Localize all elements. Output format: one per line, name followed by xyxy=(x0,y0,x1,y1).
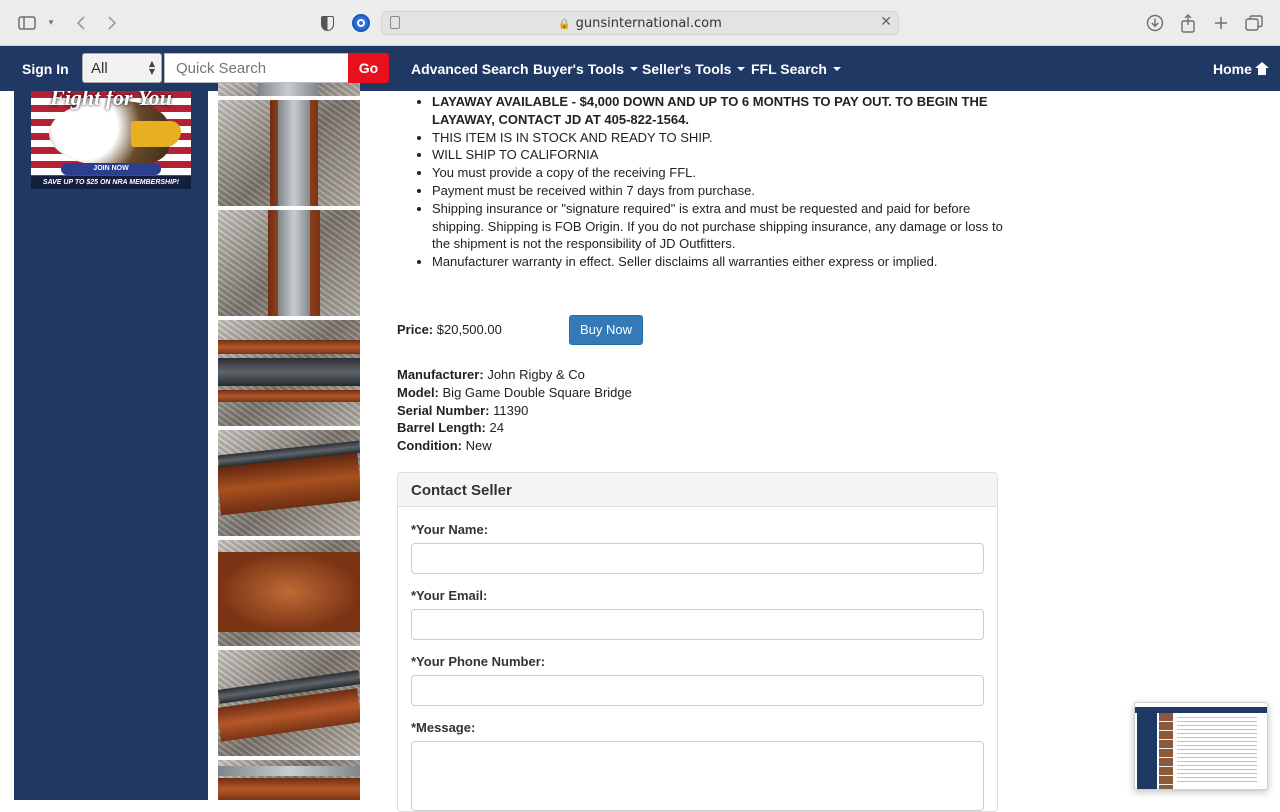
list-item: WILL SHIP TO CALIFORNIA xyxy=(432,146,1004,164)
home-link[interactable]: Home xyxy=(1213,61,1269,77)
new-tab-plus-icon[interactable] xyxy=(1210,12,1232,34)
caret-down-icon xyxy=(737,67,746,71)
site-nav: Sign In All ▲▼ Go Advanced Search Buyer'… xyxy=(0,46,1280,91)
left-sidebar xyxy=(14,91,208,800)
phone-field[interactable] xyxy=(411,675,984,706)
ffl-search-menu[interactable]: FFL Search xyxy=(751,61,841,77)
spec-label: Condition: xyxy=(397,438,462,454)
email-label: *Your Email: xyxy=(411,588,488,603)
spec-serial-number: Serial Number: 11390 xyxy=(397,402,632,420)
price-label: Price: xyxy=(397,322,434,337)
ad-footer: SAVE UP TO $25 ON NRA MEMBERSHIP! xyxy=(31,176,191,189)
sidebar-toggle-icon[interactable] xyxy=(16,12,38,34)
contact-seller-panel: Contact Seller *Your Name: *Your Email: … xyxy=(397,472,998,812)
spec-label: Manufacturer: xyxy=(397,367,484,382)
price: Price: $20,500.00 xyxy=(397,322,502,337)
spec-label: Barrel Length: xyxy=(397,420,486,436)
list-item: Shipping insurance or "signature require… xyxy=(432,200,1004,253)
password-manager-icon[interactable] xyxy=(350,12,372,34)
close-icon[interactable]: ✕ xyxy=(880,14,892,30)
message-label: *Message: xyxy=(411,720,476,735)
home-label: Home xyxy=(1213,61,1252,77)
nra-membership-ad[interactable]: Fight for You JOIN NOW SAVE UP TO $25 ON… xyxy=(31,91,191,189)
go-button[interactable]: Go xyxy=(348,53,389,83)
spec-label: Serial Number: xyxy=(397,402,490,418)
join-now-button[interactable]: JOIN NOW xyxy=(61,163,161,175)
chevron-down-icon[interactable]: ▾ xyxy=(40,12,62,34)
message-field[interactable] xyxy=(411,741,984,811)
ffl-search-label: FFL Search xyxy=(751,61,827,77)
category-select[interactable]: All ▲ ▼ xyxy=(82,53,162,83)
lock-icon: 🔒 xyxy=(558,19,571,30)
spec-value: Big Game Double Square Bridge xyxy=(442,384,632,400)
item-specs: Manufacturer: John Rigby & Co Model: Big… xyxy=(397,366,632,455)
spec-label: Model: xyxy=(397,384,439,400)
spec-condition: Condition: New xyxy=(397,437,632,455)
share-icon[interactable] xyxy=(1177,12,1199,34)
thumbnail-image[interactable] xyxy=(218,83,360,96)
home-icon xyxy=(1254,62,1269,75)
sellers-tools-menu[interactable]: Seller's Tools xyxy=(642,61,746,77)
select-arrows-icon: ▲ ▼ xyxy=(148,59,155,76)
preview-thumbnails xyxy=(1159,713,1173,789)
thumbnail-image[interactable] xyxy=(218,320,360,426)
thumbnail-image[interactable] xyxy=(218,650,360,756)
download-icon[interactable] xyxy=(1144,12,1166,34)
email-field[interactable] xyxy=(411,609,984,640)
listing-terms-list: LAYAWAY AVAILABLE - $4,000 DOWN AND UP T… xyxy=(414,93,1004,271)
list-item: Payment must be received within 7 days f… xyxy=(432,182,1004,200)
thumbnail-image[interactable] xyxy=(218,430,360,536)
spec-value: 11390 xyxy=(493,402,529,418)
list-item: Manufacturer warranty in effect. Seller … xyxy=(432,253,1004,271)
buyers-tools-menu[interactable]: Buyer's Tools xyxy=(533,61,638,77)
name-label: *Your Name: xyxy=(411,522,489,537)
caret-down-icon xyxy=(833,67,841,71)
thumbnail-image[interactable] xyxy=(218,760,360,800)
advanced-search-link[interactable]: Advanced Search xyxy=(411,61,529,77)
thumbnail-image[interactable] xyxy=(218,210,360,316)
buy-now-button[interactable]: Buy Now xyxy=(569,315,643,345)
back-arrow-icon[interactable] xyxy=(70,12,92,34)
contact-seller-heading: Contact Seller xyxy=(398,473,997,507)
thumbnail-image[interactable] xyxy=(218,540,360,646)
price-value: $20,500.00 xyxy=(436,322,502,337)
phone-label: *Your Phone Number: xyxy=(411,654,546,669)
ad-title: Fight for You xyxy=(50,91,172,110)
browser-toolbar: ▾ 🔒 gunsinternational.com ✕ xyxy=(0,0,1280,46)
list-item: LAYAWAY AVAILABLE - $4,000 DOWN AND UP T… xyxy=(432,93,1004,129)
category-select-value: All xyxy=(91,60,108,77)
eagle-beak xyxy=(131,121,181,147)
name-field[interactable] xyxy=(411,543,984,574)
forward-arrow-icon[interactable] xyxy=(101,12,123,34)
sign-in-link[interactable]: Sign In xyxy=(22,61,69,77)
privacy-shield-icon[interactable] xyxy=(316,12,338,34)
spec-model: Model: Big Game Double Square Bridge xyxy=(397,384,632,402)
sellers-tools-label: Seller's Tools xyxy=(642,61,732,77)
tab-overview-icon[interactable] xyxy=(1243,12,1265,34)
caret-down-icon xyxy=(629,67,638,71)
thumbnail-image[interactable] xyxy=(218,100,360,206)
spec-value: 24 xyxy=(489,420,504,436)
buyers-tools-label: Buyer's Tools xyxy=(533,61,624,77)
spec-barrel-length: Barrel Length: 24 xyxy=(397,419,632,437)
quick-search-input[interactable] xyxy=(164,53,350,83)
spec-value: New xyxy=(465,438,492,454)
list-item: THIS ITEM IS IN STOCK AND READY TO SHIP. xyxy=(432,129,1004,147)
page-preview-thumbnail[interactable] xyxy=(1134,702,1268,790)
preview-sidebar xyxy=(1137,713,1157,789)
spec-value: John Rigby & Co xyxy=(487,367,585,382)
preview-text-lines xyxy=(1177,717,1257,783)
address-bar[interactable]: 🔒 gunsinternational.com ✕ xyxy=(381,11,899,35)
spec-manufacturer: Manufacturer: John Rigby & Co xyxy=(397,366,632,384)
list-item: You must provide a copy of the receiving… xyxy=(432,164,1004,182)
url-text: gunsinternational.com xyxy=(575,16,722,31)
